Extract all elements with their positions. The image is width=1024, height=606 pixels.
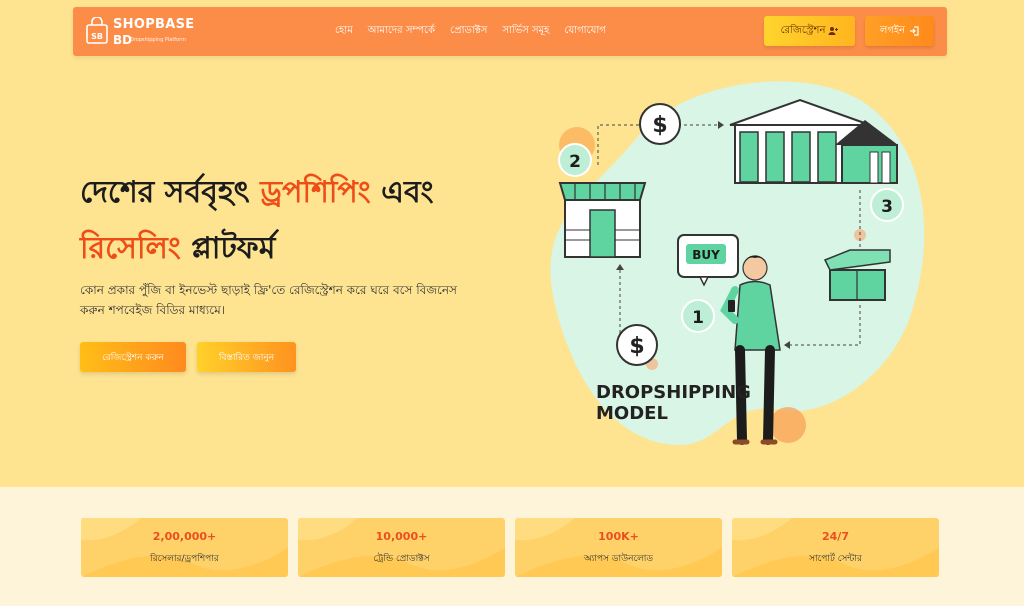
dollar-coin-bottom: $ — [616, 324, 658, 366]
svg-text:1: 1 — [692, 308, 704, 328]
stat-card-products: 10,000+ ট্রেন্ডি প্রোডাক্টস — [298, 518, 505, 577]
card-wave-decor — [81, 518, 288, 577]
dropshipping-illustration: $ $ BUY 1 2 3 DROPSHIPPING MODEL — [550, 81, 925, 445]
hero-section: SB SHOPBASE BD Dropshipping Platform হোম… — [0, 0, 1024, 487]
headline-part2: এবং — [370, 175, 434, 210]
dollar-icon: $ — [652, 113, 667, 138]
hero-subtext: কোন প্রকার পুঁজি বা ইনভেস্ট ছাড়াই ফ্রি'… — [80, 283, 457, 317]
card-wave-decor — [515, 518, 722, 577]
svg-text:2: 2 — [569, 152, 581, 172]
user-plus-icon — [828, 27, 839, 35]
register-button[interactable]: রেজিস্ট্রেশন — [764, 16, 855, 46]
stat-label: অ্যাপস ডাউনলোড — [583, 554, 654, 564]
stat-label: রিসেলার/ড্রপশিপার — [150, 554, 219, 564]
learn-more-label: বিস্তারিত জানুন — [218, 352, 275, 363]
stat-label: ট্রেন্ডি প্রোডাক্টস — [373, 554, 430, 564]
dollar-coin-top: $ — [639, 103, 681, 145]
register-now-button[interactable]: রেজিস্ট্রেশন করুন — [80, 342, 186, 372]
stat-value: 100K+ — [598, 530, 639, 543]
stats-section: 2,00,000+ রিসেলার/ড্রপশিপার 10,000+ ট্রে… — [0, 487, 1024, 606]
buy-label: BUY — [692, 248, 720, 262]
step-badge-3: 3 — [870, 188, 904, 222]
decor-circle-orange-2 — [770, 407, 806, 443]
headline-part3: প্লাটফর্ম — [180, 231, 276, 266]
package-box-icon — [823, 249, 891, 301]
headline-part1: দেশের সর্ববৃহৎ — [80, 175, 261, 210]
svg-text:SB: SB — [91, 32, 103, 41]
illustration-title-line2: MODEL — [596, 403, 668, 424]
step-badge-2: 2 — [558, 143, 592, 177]
nav-item-products[interactable]: প্রোডাক্টস — [450, 23, 487, 40]
headline-accent-reselling: রিসেলিং — [80, 231, 181, 266]
navbar: SB SHOPBASE BD Dropshipping Platform হোম… — [73, 7, 947, 56]
register-button-label: রেজিস্ট্রেশন — [780, 24, 826, 36]
step-badge-1: 1 — [681, 299, 715, 333]
login-button[interactable]: লগইন — [865, 16, 934, 46]
stat-card-support: 24/7 সাপোর্ট সেন্টার — [732, 518, 939, 577]
nav-item-home[interactable]: হোম — [335, 23, 353, 40]
nav-item-about[interactable]: আমাদের সম্পর্কে — [368, 23, 435, 40]
brand-tagline: Dropshipping Platform — [130, 37, 186, 43]
login-button-label: লগইন — [879, 24, 906, 36]
headline-accent-dropshipping: ড্রপশিপিং — [260, 175, 371, 210]
nav-item-contact[interactable]: যোগাযোগ — [564, 23, 605, 40]
illustration-title-line1: DROPSHIPPING — [596, 382, 751, 403]
card-wave-decor — [732, 518, 939, 577]
learn-more-button[interactable]: বিস্তারিত জানুন — [197, 342, 296, 372]
stat-label: সাপোর্ট সেন্টার — [809, 554, 862, 564]
nav-menu: হোম আমাদের সম্পর্কে প্রোডাক্টস সার্ভিস স… — [335, 7, 606, 56]
stat-card-resellers: 2,00,000+ রিসেলার/ড্রপশিপার — [81, 518, 288, 577]
nav-item-services[interactable]: সার্ভিস সমূহ — [502, 23, 549, 40]
card-wave-decor — [298, 518, 505, 577]
hero-headline: দেশের সর্ববৃহৎ ড্রপশিপিং এবং রিসেলিং প্ল… — [80, 165, 500, 277]
shopping-bag-icon: SB — [86, 17, 108, 44]
buy-bubble: BUY — [677, 234, 739, 287]
brand-logo[interactable]: SB SHOPBASE BD Dropshipping Platform — [85, 15, 195, 49]
dollar-icon: $ — [629, 334, 644, 359]
stat-value: 24/7 — [822, 530, 849, 543]
register-now-label: রেজিস্ট্রেশন করুন — [102, 352, 164, 363]
sign-in-icon — [910, 26, 919, 36]
stat-value: 2,00,000+ — [152, 530, 217, 543]
stat-card-downloads: 100K+ অ্যাপস ডাউনলোড — [515, 518, 722, 577]
svg-text:3: 3 — [881, 197, 893, 217]
stat-value: 10,000+ — [375, 530, 428, 543]
brand-name: SHOPBASE — [113, 17, 195, 32]
storefront-icon — [558, 182, 647, 258]
